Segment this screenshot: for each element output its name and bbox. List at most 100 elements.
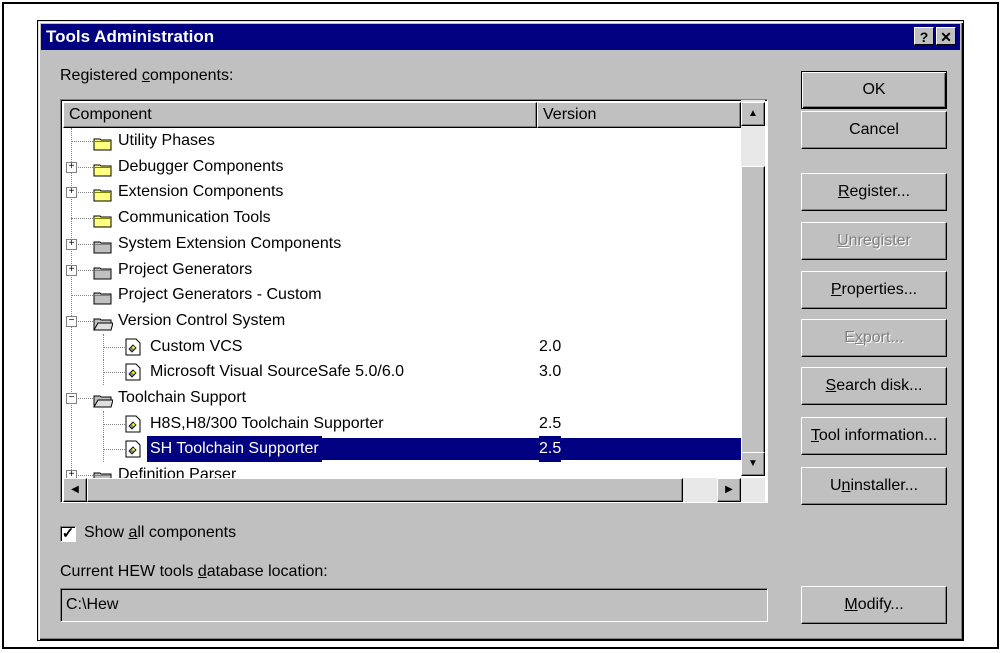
tree-row[interactable]: Microsoft Visual SourceSafe 5.0/6.0 3.0 (63, 359, 741, 386)
folder-icon (93, 134, 113, 151)
properties-button[interactable]: Properties... (801, 271, 947, 309)
expand-icon[interactable]: + (66, 238, 77, 250)
column-header-version[interactable]: Version (537, 102, 741, 128)
collapse-icon[interactable]: − (66, 393, 77, 404)
component-version: 2.0 (539, 337, 562, 355)
tree-connector-line (103, 372, 125, 374)
scroll-right-button[interactable]: ▶ (717, 478, 741, 502)
folder-icon (93, 263, 113, 279)
tree-connector-line (103, 410, 104, 437)
scroll-down-button[interactable]: ▼ (741, 452, 765, 476)
show-all-label[interactable]: Show all components (84, 524, 236, 542)
tree-row[interactable]: Communication Tools (63, 205, 741, 231)
tree-row[interactable]: − Version Control System (63, 308, 741, 334)
tree-row[interactable]: SH Toolchain Supporter 2.5 (63, 436, 741, 463)
search-disk-button[interactable]: Search disk... (801, 367, 947, 405)
tree-row[interactable]: H8S,H8/300 Toolchain Supporter 2.5 (63, 410, 741, 437)
tree-row[interactable]: Project Generators - Custom (63, 282, 741, 308)
tree-row[interactable]: − Toolchain Support (63, 385, 741, 411)
horizontal-scroll-thumb[interactable] (87, 478, 683, 502)
tree-connector-line (71, 295, 93, 297)
expand-icon[interactable]: + (66, 470, 77, 478)
tree-row[interactable]: + Extension Components (63, 179, 741, 205)
tree-connector-line (103, 436, 104, 463)
tree-row[interactable]: + System Extension Components (63, 231, 741, 257)
component-name: SH Toolchain Supporter (147, 436, 322, 463)
component-name: Extension Components (118, 183, 284, 201)
folder-icon (93, 185, 113, 202)
vertical-scrollbar[interactable]: ▲ ▼ (741, 100, 765, 476)
tree-connector-line (71, 141, 93, 142)
component-icon (125, 363, 141, 381)
modify-button[interactable]: Modify... (801, 586, 947, 624)
vertical-scroll-thumb[interactable] (741, 166, 765, 456)
component-name: System Extension Components (118, 234, 342, 252)
cancel-button[interactable]: Cancel (801, 111, 947, 149)
scroll-left-button[interactable]: ◀ (63, 478, 87, 502)
component-icon (125, 440, 141, 458)
show-all-checkbox[interactable]: ✓ (60, 526, 76, 542)
tree-row[interactable]: + Debugger Components (63, 154, 741, 180)
tree-connector-line (103, 333, 104, 360)
component-version: 2.5 (539, 436, 562, 463)
component-name: Custom VCS (150, 337, 243, 355)
component-name: Debugger Components (118, 157, 284, 175)
tree-connector-line (71, 218, 93, 220)
scroll-up-button[interactable]: ▲ (741, 102, 765, 126)
component-name: Project Generators - Custom (118, 286, 322, 304)
components-tree: Utility Phases + Debugger Components + Exten… (63, 128, 741, 478)
folder-icon (93, 468, 113, 478)
register-button[interactable]: Register... (801, 173, 947, 211)
registered-components-label: Registered components: (60, 67, 234, 84)
component-name: Utility Phases (118, 132, 215, 149)
close-button[interactable]: ✕ (936, 27, 956, 45)
folder-icon (93, 237, 113, 254)
arrow-left-icon: ◀ (71, 484, 79, 495)
component-name: H8S,H8/300 Toolchain Supporter (150, 414, 384, 432)
uninstaller-button[interactable]: Uninstaller... (801, 467, 947, 505)
tree-row[interactable]: + Definition Parser (63, 462, 741, 478)
dialog-title: Tools Administration (46, 27, 215, 46)
folder-icon (93, 160, 113, 177)
component-name: Version Control System (118, 311, 286, 329)
export-button[interactable]: Export... (801, 319, 947, 357)
component-version: 2.5 (539, 414, 562, 432)
unregister-button[interactable]: Unregister (801, 222, 947, 260)
tree-connector-line (103, 423, 125, 425)
components-list-view[interactable]: Component Version Utility Phases + Debugge… (60, 99, 768, 503)
help-button[interactable]: ? (914, 27, 934, 45)
horizontal-scrollbar[interactable]: ◀ ▶ (63, 478, 765, 502)
expand-icon[interactable]: + (66, 187, 77, 199)
open-folder-icon (93, 391, 114, 408)
component-name: Microsoft Visual SourceSafe 5.0/6.0 (150, 363, 405, 381)
tree-connector-line (103, 346, 125, 348)
component-name: Definition Parser (118, 466, 237, 478)
component-icon (125, 415, 141, 433)
tree-row[interactable]: Utility Phases (63, 128, 741, 154)
tree-row[interactable]: + Project Generators (63, 257, 741, 283)
title-bar: Tools Administration ? ✕ (41, 24, 960, 50)
db-location-field[interactable]: C:\Hew (60, 588, 768, 622)
component-version: 3.0 (539, 363, 562, 381)
tool-information-button[interactable]: Tool information... (801, 417, 947, 455)
ok-button[interactable]: OK (801, 71, 947, 109)
column-header-component[interactable]: Component (63, 102, 537, 128)
checkmark-icon: ✓ (61, 525, 75, 542)
tree-connector-line (103, 449, 125, 451)
component-icon (125, 338, 141, 356)
tree-connector-line (103, 359, 104, 386)
component-name: Communication Tools (118, 209, 271, 227)
db-location-label: Current HEW tools database location: (60, 563, 328, 580)
component-name: Toolchain Support (118, 389, 247, 406)
expand-icon[interactable]: + (66, 264, 77, 276)
collapse-icon[interactable]: − (66, 315, 77, 327)
expand-icon[interactable]: + (66, 161, 77, 173)
open-folder-icon (93, 314, 114, 331)
tree-row[interactable]: Custom VCS 2.0 (63, 333, 741, 360)
folder-icon (93, 288, 113, 305)
arrow-down-icon: ▼ (748, 458, 758, 469)
tools-administration-dialog: Tools Administration ? ✕ Registered comp… (37, 20, 964, 641)
component-name: Project Generators (118, 260, 253, 278)
arrow-right-icon: ▶ (725, 484, 733, 495)
folder-icon (93, 211, 113, 228)
